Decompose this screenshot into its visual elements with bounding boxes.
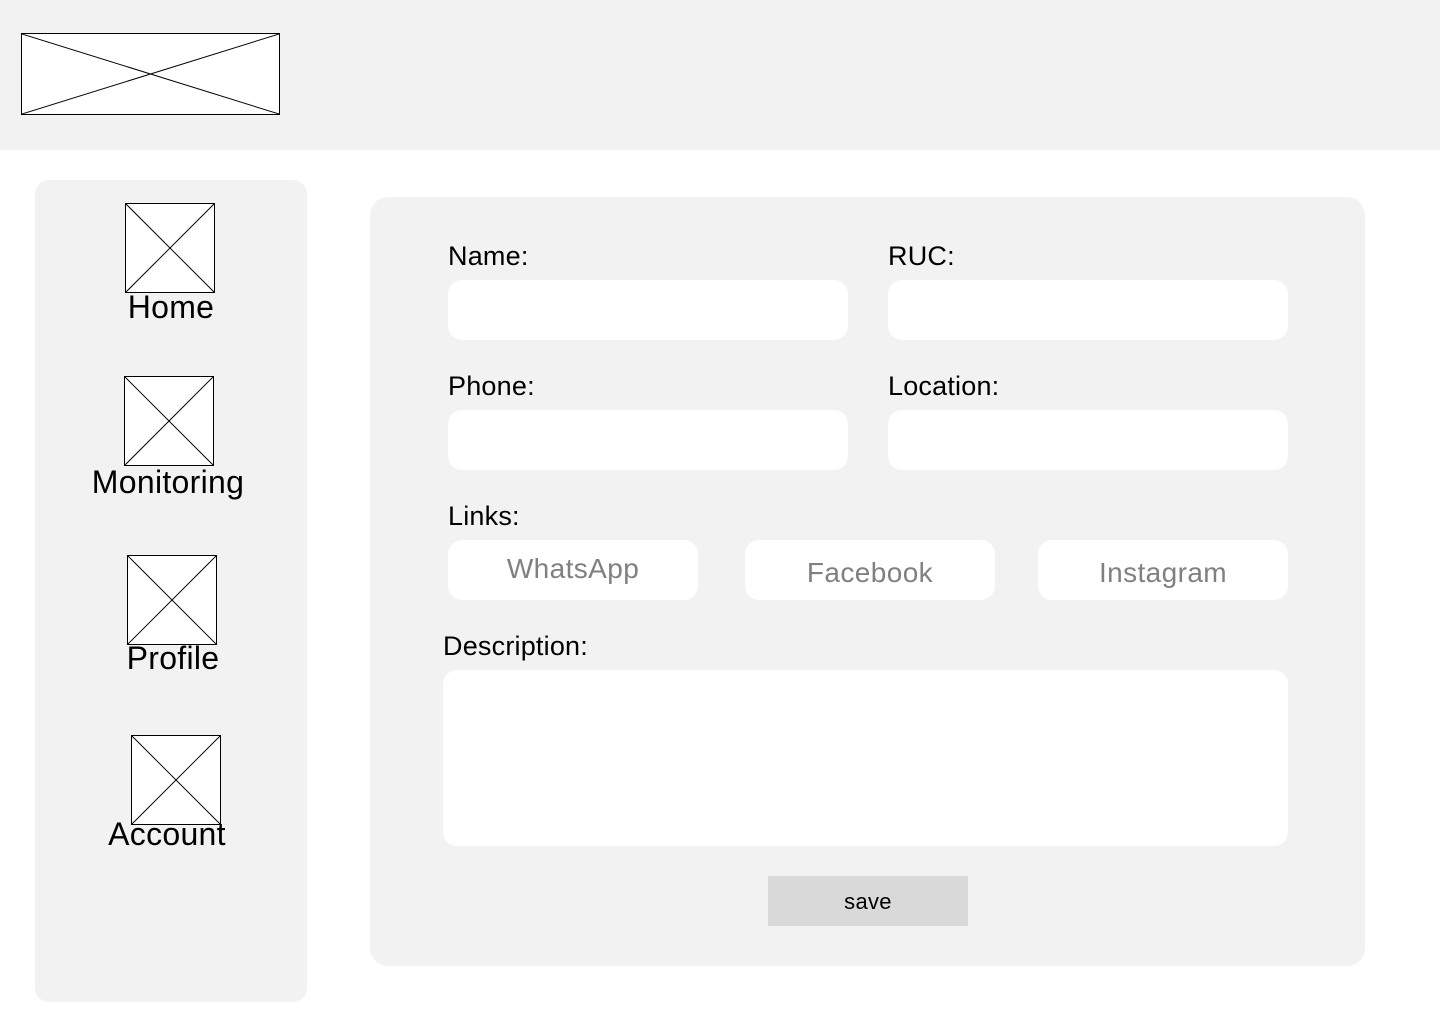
sidebar-item-label: Monitoring <box>91 464 245 500</box>
name-label: Name: <box>448 241 529 271</box>
save-button[interactable]: save <box>768 876 968 926</box>
location-label: Location: <box>888 371 1000 401</box>
facebook-link-button[interactable]: Facebook <box>745 540 995 600</box>
phone-input[interactable] <box>448 410 848 470</box>
location-input[interactable] <box>888 410 1288 470</box>
description-label: Description: <box>443 631 588 661</box>
phone-label: Phone: <box>448 371 535 401</box>
sidebar: Home Monitoring Profile Account <box>35 180 307 1002</box>
profile-placeholder-icon <box>127 555 217 645</box>
header-bar <box>0 0 1440 150</box>
sidebar-item-profile[interactable]: Profile <box>35 555 307 677</box>
sidebar-item-label: Home <box>127 289 215 325</box>
logo-placeholder-icon <box>21 33 280 115</box>
description-textarea[interactable] <box>443 670 1288 846</box>
name-input[interactable] <box>448 280 848 340</box>
sidebar-item-monitoring[interactable]: Monitoring <box>35 376 307 502</box>
ruc-label: RUC: <box>888 241 955 271</box>
sidebar-item-home[interactable]: Home <box>35 203 307 325</box>
ruc-input[interactable] <box>888 280 1288 340</box>
home-placeholder-icon <box>125 203 215 293</box>
account-placeholder-icon <box>131 735 221 825</box>
sidebar-item-label: Account <box>108 816 226 852</box>
profile-form-panel: Name: RUC: Phone: Location: Links: Whats… <box>370 197 1365 966</box>
sidebar-item-label: Profile <box>126 640 220 676</box>
whatsapp-link-button[interactable]: WhatsApp <box>448 540 698 600</box>
monitoring-placeholder-icon <box>124 376 214 466</box>
links-label: Links: <box>448 501 520 531</box>
sidebar-item-account[interactable]: Account <box>35 735 307 855</box>
instagram-link-button[interactable]: Instagram <box>1038 540 1288 600</box>
